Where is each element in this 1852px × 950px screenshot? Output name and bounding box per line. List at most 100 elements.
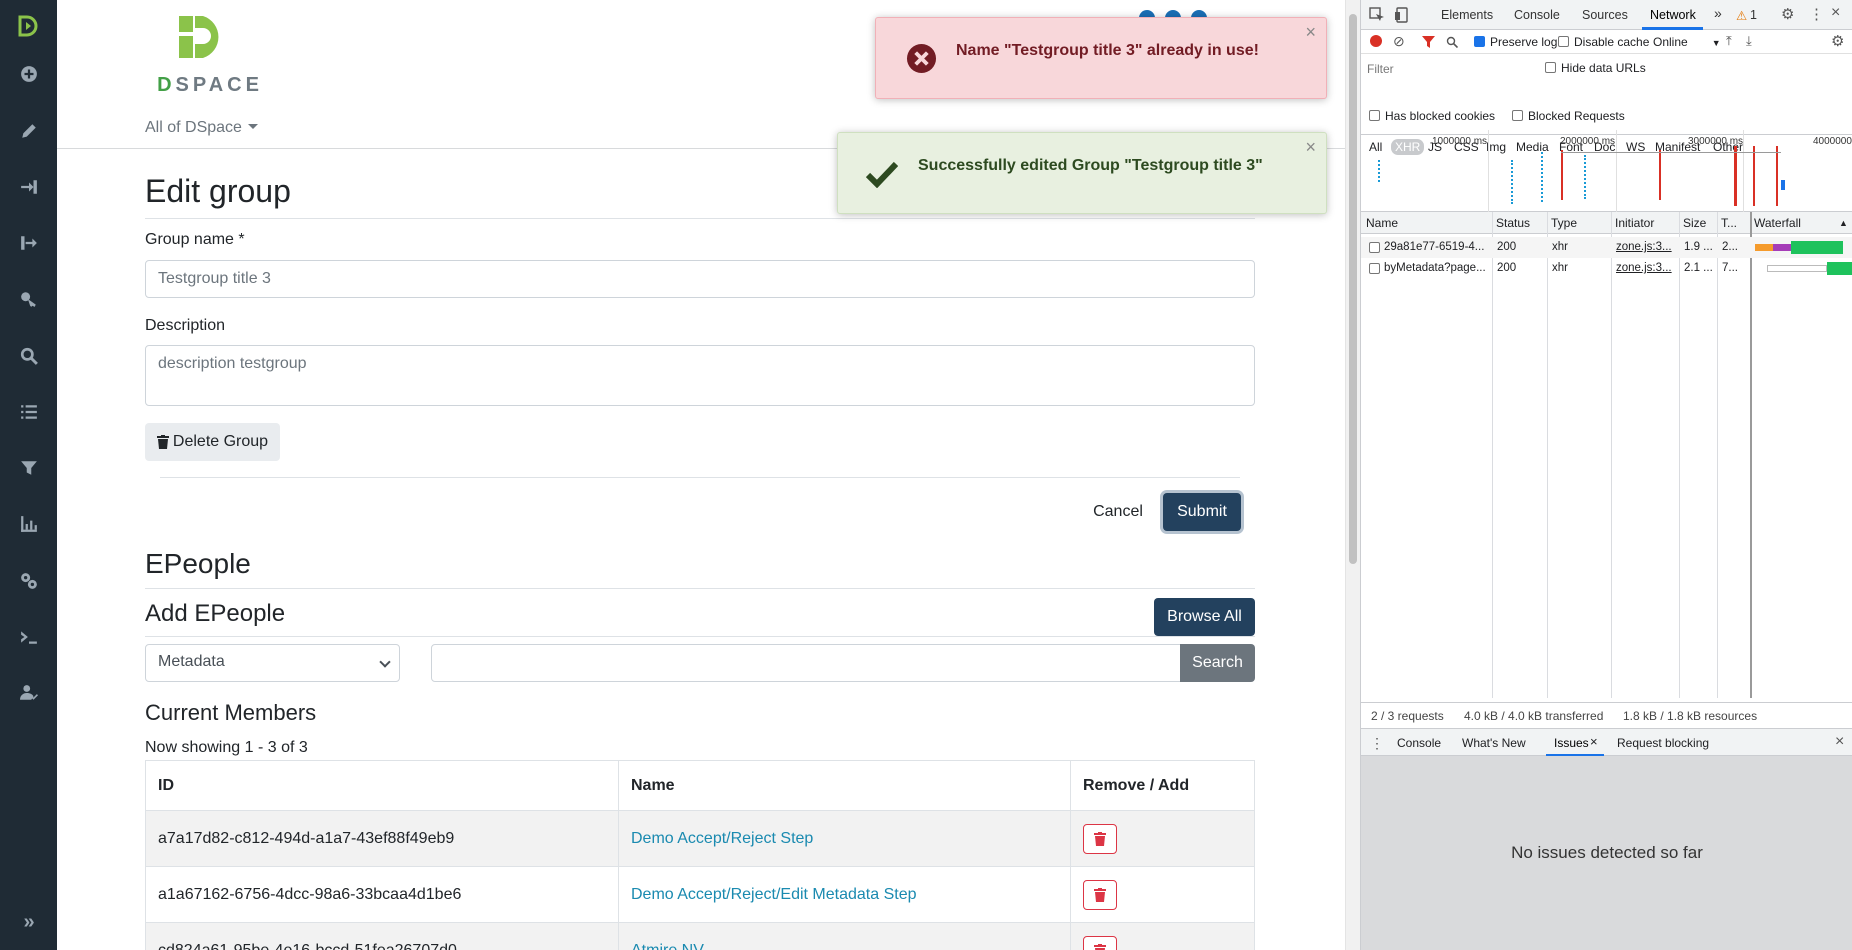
network-toolbar: ⊘ Preserve log Disable cache Online ▼ ⤒ ⤓… xyxy=(1361,30,1852,54)
throttling-select[interactable]: Online ▼ xyxy=(1653,35,1721,49)
devtools-tabs: Elements Console Sources Network » ⚠ 1 ⚙… xyxy=(1361,0,1852,30)
browser-window: » DSPACE All of DSpace Edit group Group … xyxy=(0,0,1852,950)
issues-panel: No issues detected so far xyxy=(1361,756,1852,950)
settings-gear-icon[interactable]: ⚙ xyxy=(1781,5,1794,23)
export-har-icon[interactable]: ⤓ xyxy=(1746,33,1752,49)
tab-network[interactable]: Network xyxy=(1650,8,1696,22)
statistics-icon[interactable] xyxy=(18,513,40,535)
browse-all-button[interactable]: Browse All xyxy=(1154,598,1255,636)
expand-sidebar-icon[interactable]: » xyxy=(18,911,40,933)
add-icon[interactable] xyxy=(18,63,40,85)
table-row: a7a17d82-c812-494d-a1a7-43ef88f49eb9 Dem… xyxy=(145,810,1255,867)
request-row[interactable]: 29a81e77-6519-4... 200 xhr zone.js:3... … xyxy=(1361,237,1852,258)
edit-icon[interactable] xyxy=(18,120,40,142)
hide-data-urls-checkbox[interactable]: Hide data URLs xyxy=(1545,61,1646,75)
member-id: a7a17d82-c812-494d-a1a7-43ef88f49eb9 xyxy=(145,810,619,867)
search-icon[interactable] xyxy=(18,345,40,367)
close-drawer-icon[interactable]: × xyxy=(1835,733,1844,751)
network-overview[interactable]: 1000000 ms 2000000 ms 3000000 ms 4000000 xyxy=(1361,130,1852,212)
tab-console[interactable]: Console xyxy=(1514,8,1560,22)
terminal-icon[interactable] xyxy=(18,626,40,648)
submit-button[interactable]: Submit xyxy=(1163,493,1241,531)
warning-count: 1 xyxy=(1750,8,1757,22)
error-toast[interactable]: Name "Testgroup title 3" already in use!… xyxy=(875,17,1327,99)
drawer-tab-whats-new[interactable]: What's New xyxy=(1462,736,1526,750)
member-name-link[interactable]: Atmire NV xyxy=(631,942,704,950)
table-row: cd824a61-95be-4e16-bccd-51fea26707d0 Atm… xyxy=(145,922,1255,950)
filter-icon[interactable] xyxy=(18,457,40,479)
drawer-tab-request-blocking[interactable]: Request blocking xyxy=(1617,736,1709,750)
record-icon[interactable] xyxy=(1370,35,1382,47)
registries-icon[interactable] xyxy=(18,401,40,423)
tab-elements[interactable]: Elements xyxy=(1441,8,1493,22)
success-toast[interactable]: Successfully edited Group "Testgroup tit… xyxy=(837,132,1327,214)
cancel-button[interactable]: Cancel xyxy=(1085,493,1151,531)
dspace-logo-icon[interactable] xyxy=(17,14,41,38)
description-textarea[interactable]: description testgroup xyxy=(145,345,1255,406)
devtools-panel: Elements Console Sources Network » ⚠ 1 ⚙… xyxy=(1360,0,1852,950)
import-icon[interactable] xyxy=(18,176,40,198)
epeople-search-input[interactable] xyxy=(431,644,1181,682)
group-name-label: Group name * xyxy=(145,231,245,248)
trash-icon xyxy=(1094,943,1106,950)
close-devtools-icon[interactable]: × xyxy=(1831,4,1840,22)
search-scope-select[interactable]: Metadata xyxy=(145,644,400,682)
page-scrollbar[interactable] xyxy=(1345,0,1360,950)
drawer-tab-issues[interactable]: Issues xyxy=(1554,736,1589,750)
request-row[interactable]: byMetadata?page... 200 xhr zone.js:3... … xyxy=(1361,258,1852,279)
blocked-requests-checkbox[interactable]: Blocked Requests xyxy=(1512,109,1625,123)
dspace-brand-logo[interactable]: DSPACE xyxy=(145,14,275,96)
close-icon[interactable]: × xyxy=(1305,22,1316,43)
has-blocked-cookies-checkbox[interactable]: Has blocked cookies xyxy=(1369,109,1495,123)
close-icon[interactable]: × xyxy=(1305,137,1316,158)
tab-sources[interactable]: Sources xyxy=(1582,8,1628,22)
device-toolbar-icon[interactable] xyxy=(1394,7,1410,23)
remove-member-button[interactable] xyxy=(1083,935,1117,950)
summary-requests: 2 / 3 requests xyxy=(1371,709,1444,723)
add-epeople-heading: Add EPeople xyxy=(145,600,286,627)
column-header-id: ID xyxy=(145,760,619,811)
drawer-tab-console[interactable]: Console xyxy=(1397,736,1441,750)
member-id: cd824a61-95be-4e16-bccd-51fea26707d0 xyxy=(145,922,619,950)
scrollbar-thumb[interactable] xyxy=(1349,14,1357,564)
filter-bar: Filter Hide data URLs All XHR JS CSS Img… xyxy=(1361,55,1852,155)
drawer-tabs: ⋮ Console What's New Issues × Request bl… xyxy=(1361,728,1852,757)
more-options-icon[interactable]: ⋮ xyxy=(1809,5,1824,23)
settings-icon[interactable] xyxy=(18,570,40,592)
overview-tick: 4000000 xyxy=(1813,136,1852,147)
search-button[interactable]: Search xyxy=(1180,644,1255,682)
access-control-icon[interactable] xyxy=(18,288,40,310)
filter-input[interactable]: Filter xyxy=(1367,62,1394,76)
error-circle-icon xyxy=(906,43,937,74)
no-issues-message: No issues detected so far xyxy=(1511,843,1703,862)
scope-label: All of DSpace xyxy=(145,119,242,136)
close-issues-tab-icon[interactable]: × xyxy=(1590,734,1598,749)
scope-dropdown[interactable]: All of DSpace xyxy=(145,119,258,137)
network-settings-icon[interactable]: ⚙ xyxy=(1831,32,1844,50)
current-members-heading: Current Members xyxy=(145,700,317,725)
warning-icon[interactable]: ⚠ xyxy=(1736,8,1747,23)
import-har-icon[interactable]: ⤒ xyxy=(1726,33,1732,49)
network-summary-bar: 2 / 3 requests 4.0 kB / 4.0 kB transferr… xyxy=(1361,702,1852,726)
group-name-input[interactable]: Testgroup title 3 xyxy=(145,260,1255,298)
clear-icon[interactable]: ⊘ xyxy=(1393,33,1405,50)
trash-icon xyxy=(1094,887,1106,902)
workflow-icon[interactable] xyxy=(18,682,40,704)
preserve-log-checkbox[interactable]: Preserve log xyxy=(1474,35,1557,49)
chevron-down-icon xyxy=(379,656,391,668)
remove-member-button[interactable] xyxy=(1083,823,1117,854)
search-icon[interactable] xyxy=(1446,36,1458,48)
inspect-element-icon[interactable] xyxy=(1369,7,1385,23)
delete-group-button[interactable]: Delete Group xyxy=(145,423,280,461)
export-icon[interactable] xyxy=(18,232,40,254)
drawer-menu-icon[interactable]: ⋮ xyxy=(1370,735,1384,752)
filter-funnel-icon[interactable] xyxy=(1422,36,1435,48)
member-name-link[interactable]: Demo Accept/Reject Step xyxy=(631,830,813,847)
error-toast-message: Name "Testgroup title 3" already in use! xyxy=(956,42,1259,59)
disable-cache-checkbox[interactable]: Disable cache xyxy=(1558,35,1649,49)
more-tabs-icon[interactable]: » xyxy=(1714,5,1722,21)
success-toast-message: Successfully edited Group "Testgroup tit… xyxy=(918,157,1263,174)
remove-member-button[interactable] xyxy=(1083,879,1117,910)
member-name-link[interactable]: Demo Accept/Reject/Edit Metadata Step xyxy=(631,886,916,903)
dspace-mark-icon xyxy=(179,16,219,58)
